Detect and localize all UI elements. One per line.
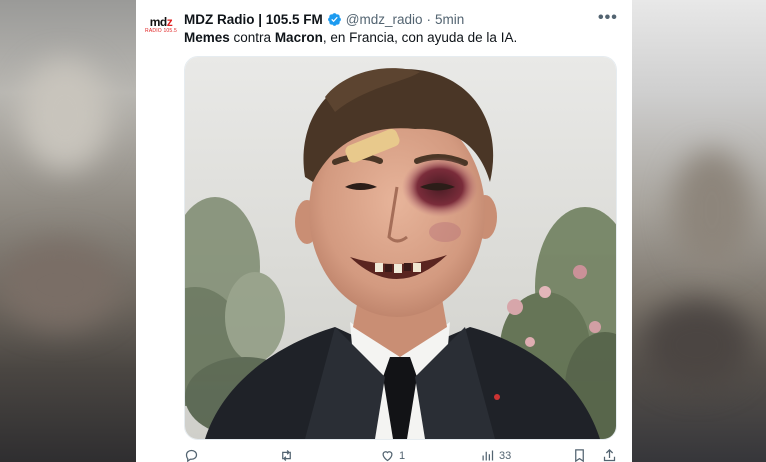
retweet-button[interactable]: [279, 448, 298, 462]
like-count: 1: [399, 449, 406, 462]
like-button[interactable]: 1: [380, 448, 405, 462]
avatar-logo-subtext: RADIO 105.5: [145, 28, 177, 34]
tweet-media-image[interactable]: [184, 56, 617, 440]
edited-portrait-photo: [185, 57, 616, 439]
retweet-icon: [282, 450, 291, 461]
account-avatar[interactable]: mdz RADIO 105.5: [144, 12, 178, 38]
tweet-actions-bar: 1 33: [184, 448, 624, 462]
heart-icon: [382, 451, 393, 462]
share-icon: [603, 448, 616, 462]
views-chart-icon: [482, 450, 494, 461]
views-button[interactable]: 33: [480, 448, 511, 462]
more-options-icon[interactable]: •••: [598, 10, 618, 26]
background-left-blur: [0, 0, 136, 462]
avatar-logo-text: mdz: [149, 15, 173, 29]
tweet-timestamp[interactable]: 5min: [435, 12, 464, 27]
share-button[interactable]: [602, 448, 617, 462]
header-separator: ·: [426, 11, 432, 27]
bookmark-button[interactable]: [572, 448, 587, 462]
reply-button[interactable]: [184, 448, 203, 462]
account-handle[interactable]: @mdz_radio: [346, 12, 423, 27]
verified-badge-icon: [327, 12, 341, 26]
tweet-text: Memes contra Macron, en Francia, con ayu…: [184, 30, 518, 45]
bookmark-icon: [575, 449, 584, 462]
tweet-header: MDZ Radio | 105.5 FM @mdz_radio · 5min: [184, 10, 464, 28]
tweet-card[interactable]: mdz RADIO 105.5 MDZ Radio | 105.5 FM @md…: [136, 0, 632, 462]
views-count: 33: [499, 449, 512, 462]
reply-icon: [185, 449, 198, 462]
background-right-blur: [632, 0, 766, 462]
account-name[interactable]: MDZ Radio | 105.5 FM: [184, 12, 323, 27]
